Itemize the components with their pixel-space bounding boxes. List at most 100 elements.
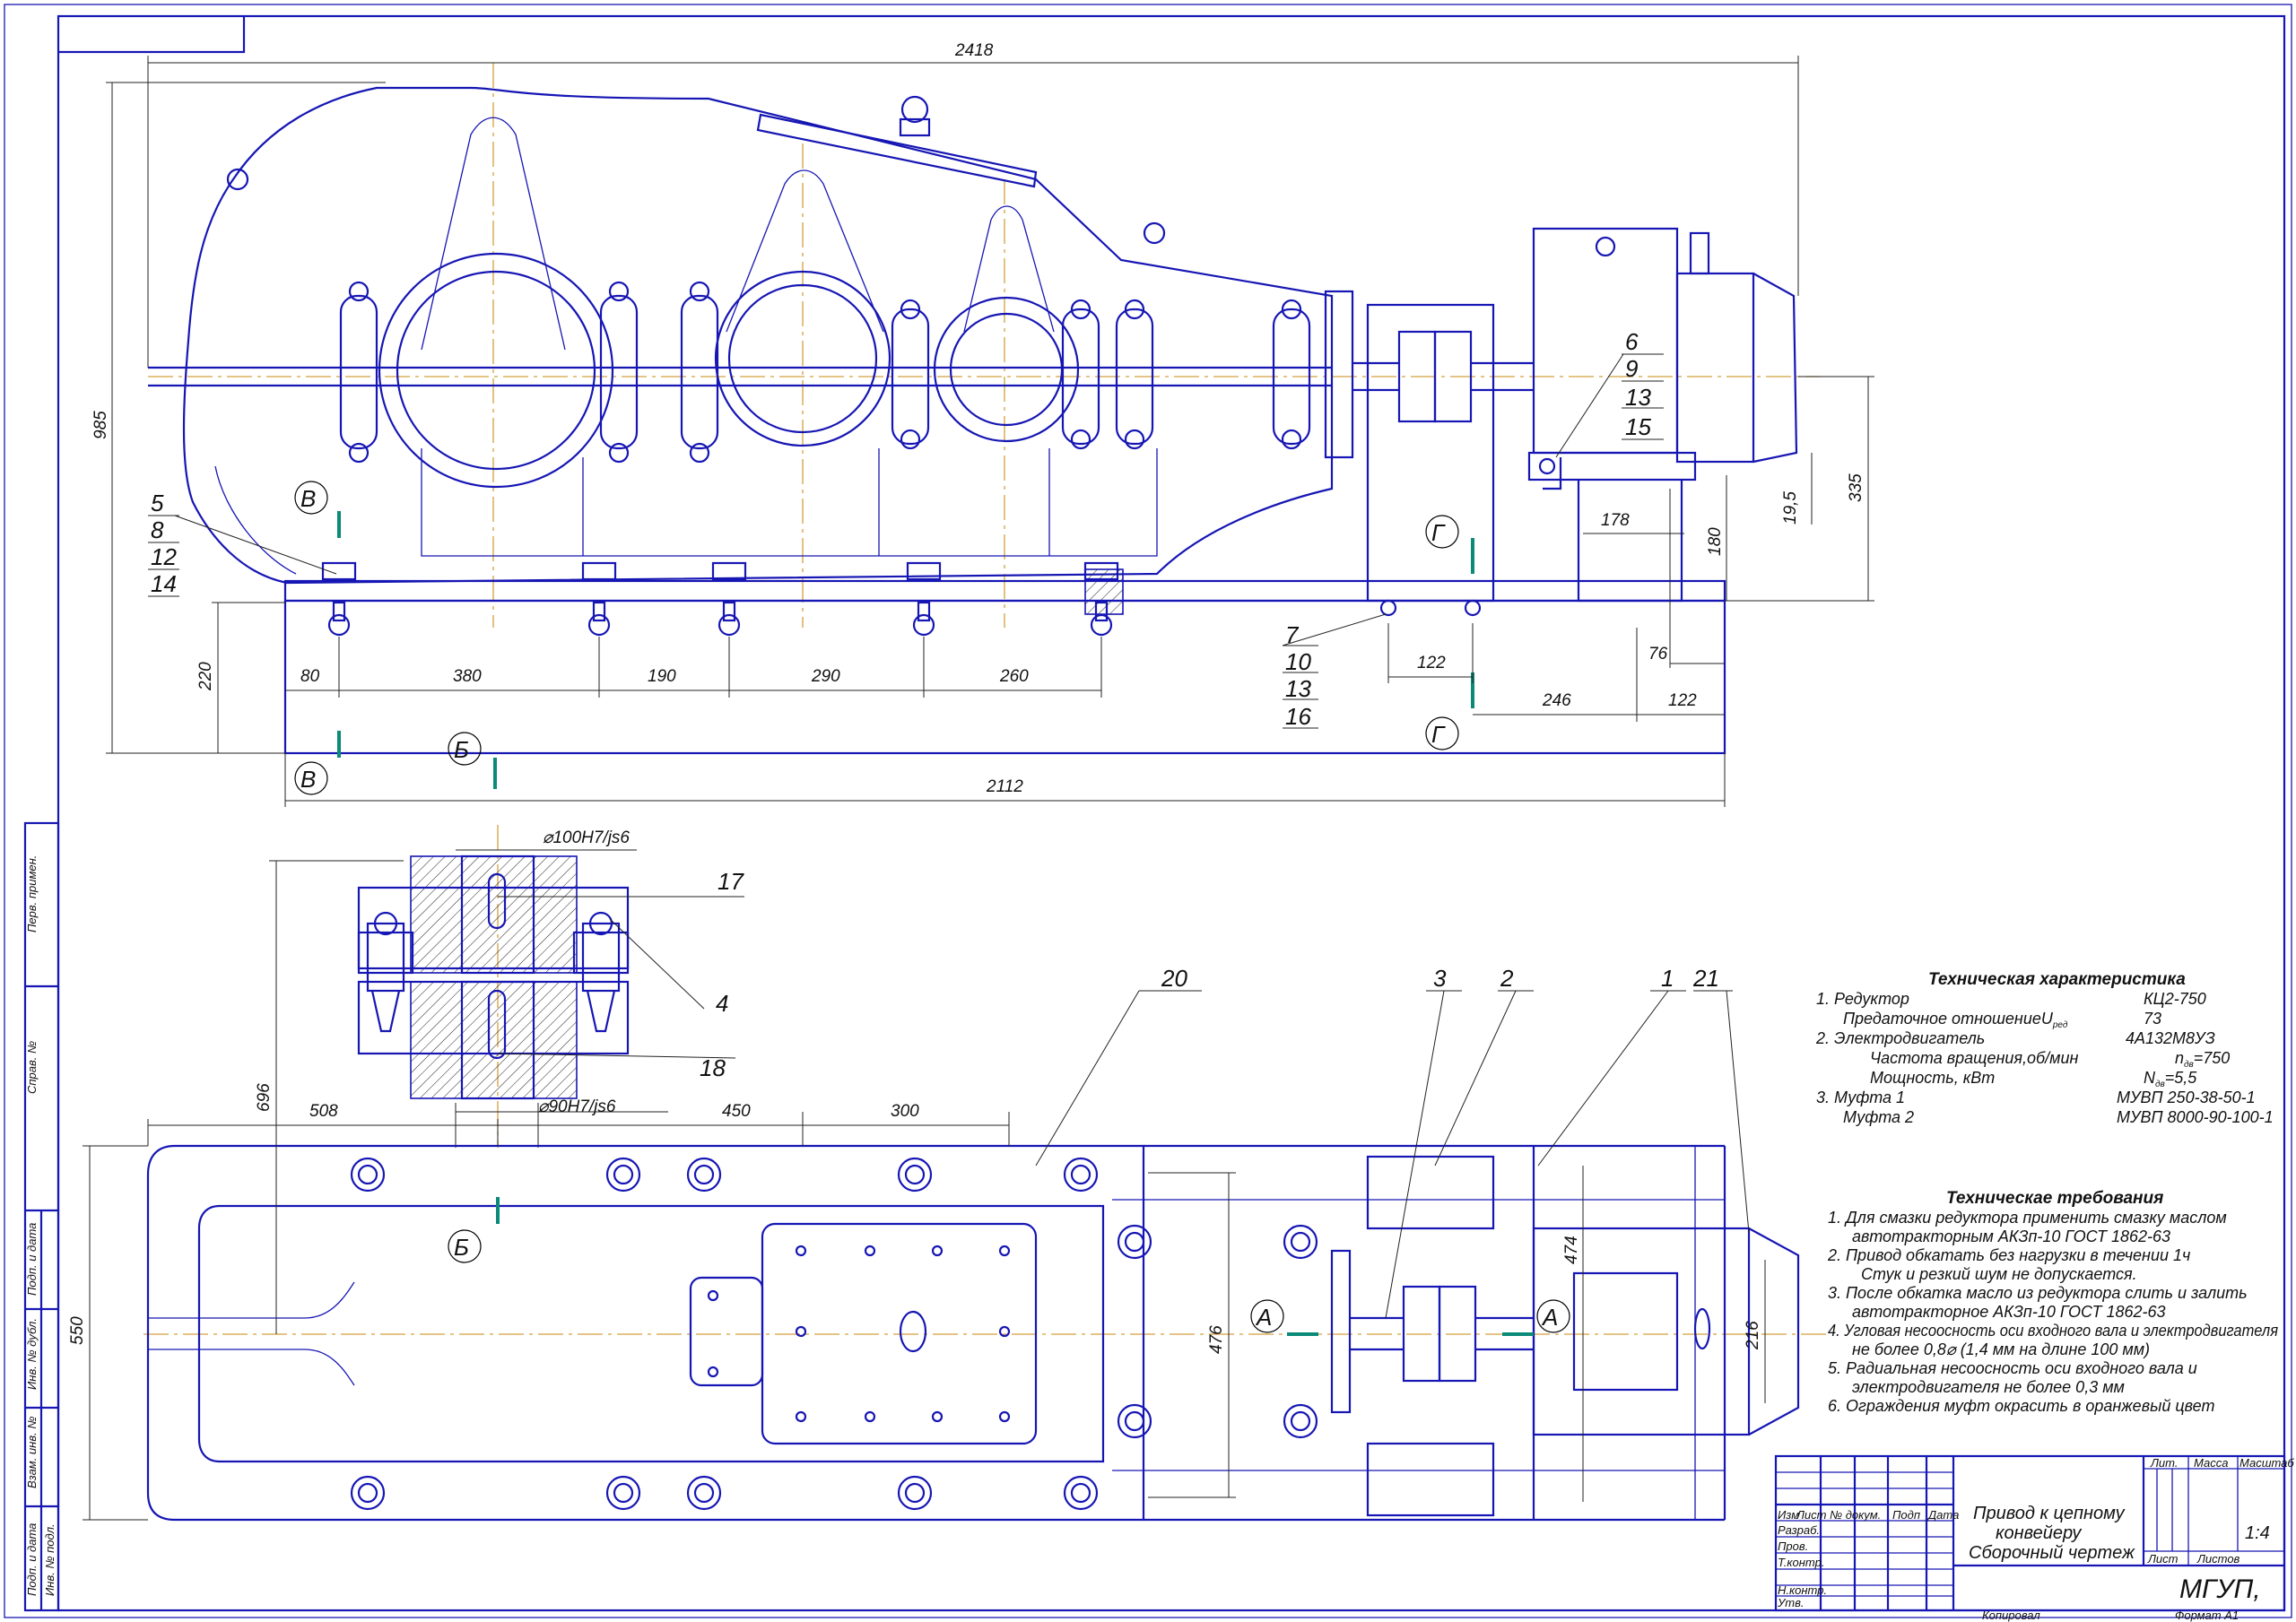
pos-1: 1 xyxy=(1661,965,1674,992)
stamp-inv-podl: Инв. № подл. xyxy=(43,1523,57,1596)
input-shaft-flange xyxy=(1324,290,1354,459)
dim-300: 300 xyxy=(891,1102,919,1121)
tech-req-line-8: не более 0,8⌀ (1,4 мм на длине 100 мм) xyxy=(1852,1340,2150,1358)
tb-name-1: Привод к цепному xyxy=(1973,1504,2126,1523)
dim-474: 474 xyxy=(1562,1236,1581,1264)
front-view-labels: В В Б Г Г 5 8 12 14 6 9 13 15 7 10 13 16 xyxy=(148,328,1664,795)
dim-380: 380 xyxy=(453,667,482,686)
pos-4: 4 xyxy=(716,990,728,1017)
tech-req-line-2: автотракторным АКЗп-10 ГОСТ 1862-63 xyxy=(1852,1227,2170,1245)
section-b-front: Б xyxy=(454,736,469,763)
dim-180: 180 xyxy=(1706,527,1725,556)
tech-spec-ratio-label: Предаточное отношениеUред xyxy=(1843,1010,2068,1030)
tb-sheets: Листов xyxy=(2196,1552,2240,1566)
dim-508: 508 xyxy=(309,1102,338,1121)
tech-spec-reducer-label: 1. Редуктор xyxy=(1816,990,1909,1008)
stamp-perv-primen: Перв. примен. xyxy=(25,855,39,932)
dim-246: 246 xyxy=(1542,691,1571,710)
shaft-section-detail: ⌀90H7/js6 ⌀100H7/js6 17 4 18 xyxy=(357,825,744,1148)
tb-name-2: конвейеру xyxy=(1996,1523,2082,1543)
dim-122-right: 122 xyxy=(1668,691,1697,710)
tech-spec-speed-value: nдв=750 xyxy=(2175,1049,2230,1070)
pos-7: 7 xyxy=(1285,621,1300,648)
stamp-podp-data-1: Подп. и дата xyxy=(25,1223,39,1296)
title-block: Изм Лист № докум. Подп Дата Разраб. Пров… xyxy=(1774,1454,2294,1622)
dim-76: 76 xyxy=(1648,645,1668,664)
stamp-sprav-no: Справ. № xyxy=(25,1041,39,1094)
tech-req-line-1: 1. Для смазки редуктора применить смазку… xyxy=(1828,1209,2227,1227)
front-view-dimensions: 2418 985 220 80 380 190 290 260 2112 122… xyxy=(91,41,1874,807)
dim-985: 985 xyxy=(91,411,110,439)
tb-data: Дата xyxy=(1926,1508,1959,1522)
pos-13-motor: 13 xyxy=(1625,384,1651,411)
tb-list: Лист xyxy=(1796,1508,1827,1522)
pos-20: 20 xyxy=(1161,965,1187,992)
tech-req-line-9: 5. Радиальная несоосность оси входного в… xyxy=(1828,1359,2197,1377)
pos-2: 2 xyxy=(1500,965,1514,992)
tb-prov: Пров. xyxy=(1778,1540,1808,1553)
inspection-cover xyxy=(756,113,1038,188)
dim-19-5: 19,5 xyxy=(1781,491,1800,525)
dim-190: 190 xyxy=(648,667,676,686)
bearing-boss-output xyxy=(378,252,614,489)
tech-spec-power-value: Nдв=5,5 xyxy=(2144,1069,2197,1089)
tech-spec-ratio-value: 73 xyxy=(2144,1010,2161,1028)
tech-spec-coupling2-label: Муфта 2 xyxy=(1843,1108,1914,1126)
pos-5: 5 xyxy=(151,490,164,516)
reducer-plan-outline xyxy=(146,1144,1145,1522)
dim-335: 335 xyxy=(1847,473,1866,502)
tech-req-line-5: 3. После обкатка масло из редуктора слит… xyxy=(1828,1284,2248,1302)
stamp-podp-data-2: Подп. и дата xyxy=(25,1523,39,1596)
dim-216: 216 xyxy=(1744,1321,1762,1350)
pos-9: 9 xyxy=(1625,355,1638,382)
dim-450: 450 xyxy=(722,1102,751,1121)
tech-spec-coupling2-value: МУВП 8000-90-100-1 xyxy=(2117,1108,2274,1126)
breather xyxy=(900,95,929,124)
tech-req-line-11: 6. Ограждения муфт окрасить в оранжевый … xyxy=(1828,1397,2214,1415)
sprocket-hub-lower xyxy=(410,981,578,1099)
pos-13-frame: 13 xyxy=(1285,675,1311,702)
assembly-drawing-sheet: Перв. примен. Справ. № Подп. и дата Инв.… xyxy=(4,4,2294,1622)
tech-spec-coupling1-label: 3. Муфта 1 xyxy=(1816,1089,1905,1106)
tech-req-line-4: Стук и резкий шум не допускается. xyxy=(1861,1265,2137,1283)
dim-2112: 2112 xyxy=(986,777,1023,796)
stamp-vzam-inv: Взам. инв. № xyxy=(25,1417,39,1488)
electric-motor xyxy=(1527,227,1798,603)
tb-podp: Подп xyxy=(1892,1508,1920,1522)
side-stamp: Перв. примен. Справ. № Подп. и дата Инв.… xyxy=(23,821,60,1612)
tb-name-3: Сборочный чертеж xyxy=(1969,1543,2135,1563)
tb-sheet: Лист xyxy=(2147,1552,2179,1566)
tb-lit: Лит. xyxy=(2150,1456,2178,1470)
reducer-housing xyxy=(182,86,1334,585)
tb-format: Формат А1 xyxy=(2175,1609,2239,1622)
stamp-inv-dubl: Инв. № дубл. xyxy=(25,1318,39,1390)
section-v-top: В xyxy=(300,485,316,512)
tb-doc: № докум. xyxy=(1830,1508,1881,1522)
pos-12: 12 xyxy=(151,543,177,570)
fit-100: ⌀100H7/js6 xyxy=(543,828,630,847)
pos-6: 6 xyxy=(1625,328,1639,355)
tb-utv: Утв. xyxy=(1777,1596,1805,1609)
pos-14: 14 xyxy=(151,570,177,597)
tb-org: МГУП, xyxy=(2179,1574,2261,1604)
tech-spec-block: Техническая характеристика 1. Редуктор К… xyxy=(1815,970,2274,1126)
pos-15: 15 xyxy=(1625,413,1651,440)
tech-spec-motor-value: 4А132М8УЗ xyxy=(2126,1029,2215,1047)
section-b-plan: Б xyxy=(454,1234,469,1261)
section-a-right: А xyxy=(1541,1304,1558,1331)
housing-bolts xyxy=(339,281,1311,464)
tb-masshtab: Масштаб xyxy=(2239,1456,2294,1470)
dim-220: 220 xyxy=(196,662,215,691)
lifting-lug-right xyxy=(1143,221,1166,245)
tech-spec-motor-label: 2. Электродвигатель xyxy=(1815,1029,1985,1047)
dim-2418: 2418 xyxy=(954,41,994,60)
tb-razrab: Разраб. xyxy=(1778,1523,1820,1537)
tech-spec-reducer-value: КЦ2-750 xyxy=(2144,990,2206,1008)
section-a-left: А xyxy=(1255,1304,1272,1331)
pos-8: 8 xyxy=(151,516,164,543)
section-g-bottom: Г xyxy=(1431,721,1446,748)
dim-476: 476 xyxy=(1207,1325,1226,1354)
plan-guard-top xyxy=(1366,1155,1495,1230)
tb-tkontr: Т.контр. xyxy=(1778,1556,1824,1569)
bearing-boss-input xyxy=(933,296,1080,443)
